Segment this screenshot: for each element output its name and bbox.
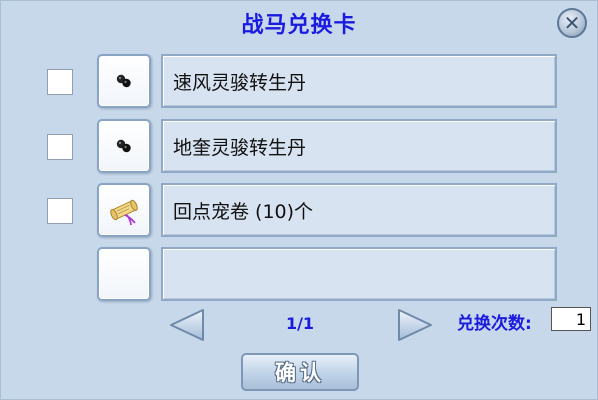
page-indicator: 1/1: [285, 314, 315, 333]
exchange-dialog: 战马兑换卡 ✕ 速风灵骏转生丹 地奎灵骏转生丹 回点宠卷 (10)个 1/1 兑…: [0, 0, 598, 400]
item-icon-slot[interactable]: [97, 183, 151, 237]
item-checkbox[interactable]: [47, 134, 73, 160]
item-name: 回点宠卷 (10)个: [161, 183, 557, 237]
confirm-button[interactable]: 确认: [241, 353, 359, 391]
item-row: 地奎灵骏转生丹: [1, 118, 597, 174]
exchange-count-label: 兑换次数:: [457, 314, 532, 334]
exchange-count-input[interactable]: [551, 307, 591, 331]
item-row: 速风灵骏转生丹: [1, 53, 597, 109]
item-checkbox[interactable]: [47, 198, 73, 224]
item-name: [161, 247, 557, 301]
dialog-title: 战马兑换卡: [241, 13, 357, 38]
item-name: 速风灵骏转生丹: [161, 54, 557, 108]
next-page-arrow-icon[interactable]: [395, 307, 435, 343]
scroll-icon: [110, 199, 138, 226]
item-icon-slot[interactable]: [97, 54, 151, 108]
item-checkbox[interactable]: [47, 69, 73, 95]
item-icon-slot[interactable]: [97, 119, 151, 173]
item-row: 回点宠卷 (10)个: [1, 182, 597, 238]
close-icon: ✕: [563, 11, 581, 35]
item-icon-slot[interactable]: [97, 247, 151, 301]
item-row: [1, 246, 597, 302]
black-pill-icon: [116, 74, 131, 88]
item-name: 地奎灵骏转生丹: [161, 119, 557, 173]
black-pill-icon: [116, 139, 131, 153]
close-button[interactable]: ✕: [557, 8, 587, 38]
prev-page-arrow-icon[interactable]: [167, 307, 207, 343]
